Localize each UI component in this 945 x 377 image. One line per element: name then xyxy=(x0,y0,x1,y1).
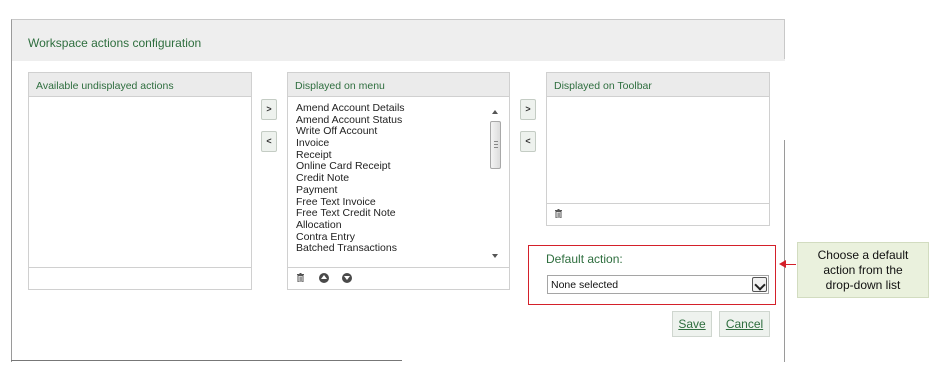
add-to-menu-button[interactable]: > xyxy=(261,99,277,120)
default-action-value: None selected xyxy=(551,279,619,291)
dialog-title: Workspace actions configuration xyxy=(28,36,202,50)
circle-down-icon[interactable] xyxy=(342,273,352,283)
menu-actions-title: Displayed on menu xyxy=(295,80,385,92)
list-item[interactable]: Allocation xyxy=(296,219,506,232)
trash-icon[interactable] xyxy=(555,209,562,218)
dialog-border xyxy=(784,19,785,59)
circle-up-icon[interactable] xyxy=(319,273,329,283)
list-item[interactable]: Payment xyxy=(296,184,506,197)
save-button[interactable]: Save xyxy=(672,311,712,337)
cancel-button[interactable]: Cancel xyxy=(719,311,770,337)
list-item[interactable]: Amend Account Details xyxy=(296,102,506,115)
menu-actions-list[interactable]: Amend Account Details Amend Account Statu… xyxy=(296,102,506,263)
default-action-section: Default action: None selected xyxy=(528,245,776,305)
annotation-callout: Choose a default action from the drop-do… xyxy=(797,242,929,298)
list-item[interactable]: Batched Transactions xyxy=(296,243,506,255)
toolbar-actions-list[interactable] xyxy=(547,98,769,203)
add-to-toolbar-button[interactable]: > xyxy=(520,99,536,120)
available-actions-panel: Available undisplayed actions xyxy=(28,72,252,290)
available-actions-title: Available undisplayed actions xyxy=(36,80,174,92)
trash-icon[interactable] xyxy=(297,273,304,282)
scroll-down-arrow-icon[interactable] xyxy=(492,254,498,258)
menu-list-scrollbar[interactable] xyxy=(489,107,503,261)
list-item[interactable]: Invoice xyxy=(296,137,506,150)
scrollbar-thumb[interactable] xyxy=(490,121,501,169)
grip-icon xyxy=(494,141,498,148)
panel-footer xyxy=(288,267,509,289)
remove-from-toolbar-button[interactable]: < xyxy=(520,131,536,152)
callout-text: Choose a default action from the drop-do… xyxy=(798,248,928,293)
callout-line: drop-down list xyxy=(825,278,901,292)
dialog-header: Workspace actions configuration xyxy=(12,20,785,61)
remove-from-menu-button[interactable]: < xyxy=(261,131,277,152)
callout-arrow-icon xyxy=(779,260,786,268)
panel-footer xyxy=(547,203,769,225)
callout-line: action from the xyxy=(823,263,903,277)
panel-header: Displayed on Toolbar xyxy=(547,73,769,97)
default-action-label: Default action: xyxy=(546,252,623,266)
dialog-border xyxy=(11,360,402,361)
panel-footer xyxy=(29,267,251,289)
panel-header: Displayed on menu xyxy=(288,73,509,97)
callout-arrow-line xyxy=(786,264,796,265)
scroll-up-arrow-icon[interactable] xyxy=(492,110,498,114)
callout-line: Choose a default xyxy=(817,248,909,262)
available-actions-list[interactable] xyxy=(29,98,251,267)
toolbar-actions-panel: Displayed on Toolbar xyxy=(546,72,770,226)
toolbar-actions-title: Displayed on Toolbar xyxy=(554,80,652,92)
menu-actions-panel: Displayed on menu Amend Account Details A… xyxy=(287,72,510,290)
panel-header: Available undisplayed actions xyxy=(29,73,251,97)
chevron-down-icon[interactable] xyxy=(752,277,767,292)
default-action-select[interactable]: None selected xyxy=(547,275,769,294)
dialog-border xyxy=(784,140,785,362)
